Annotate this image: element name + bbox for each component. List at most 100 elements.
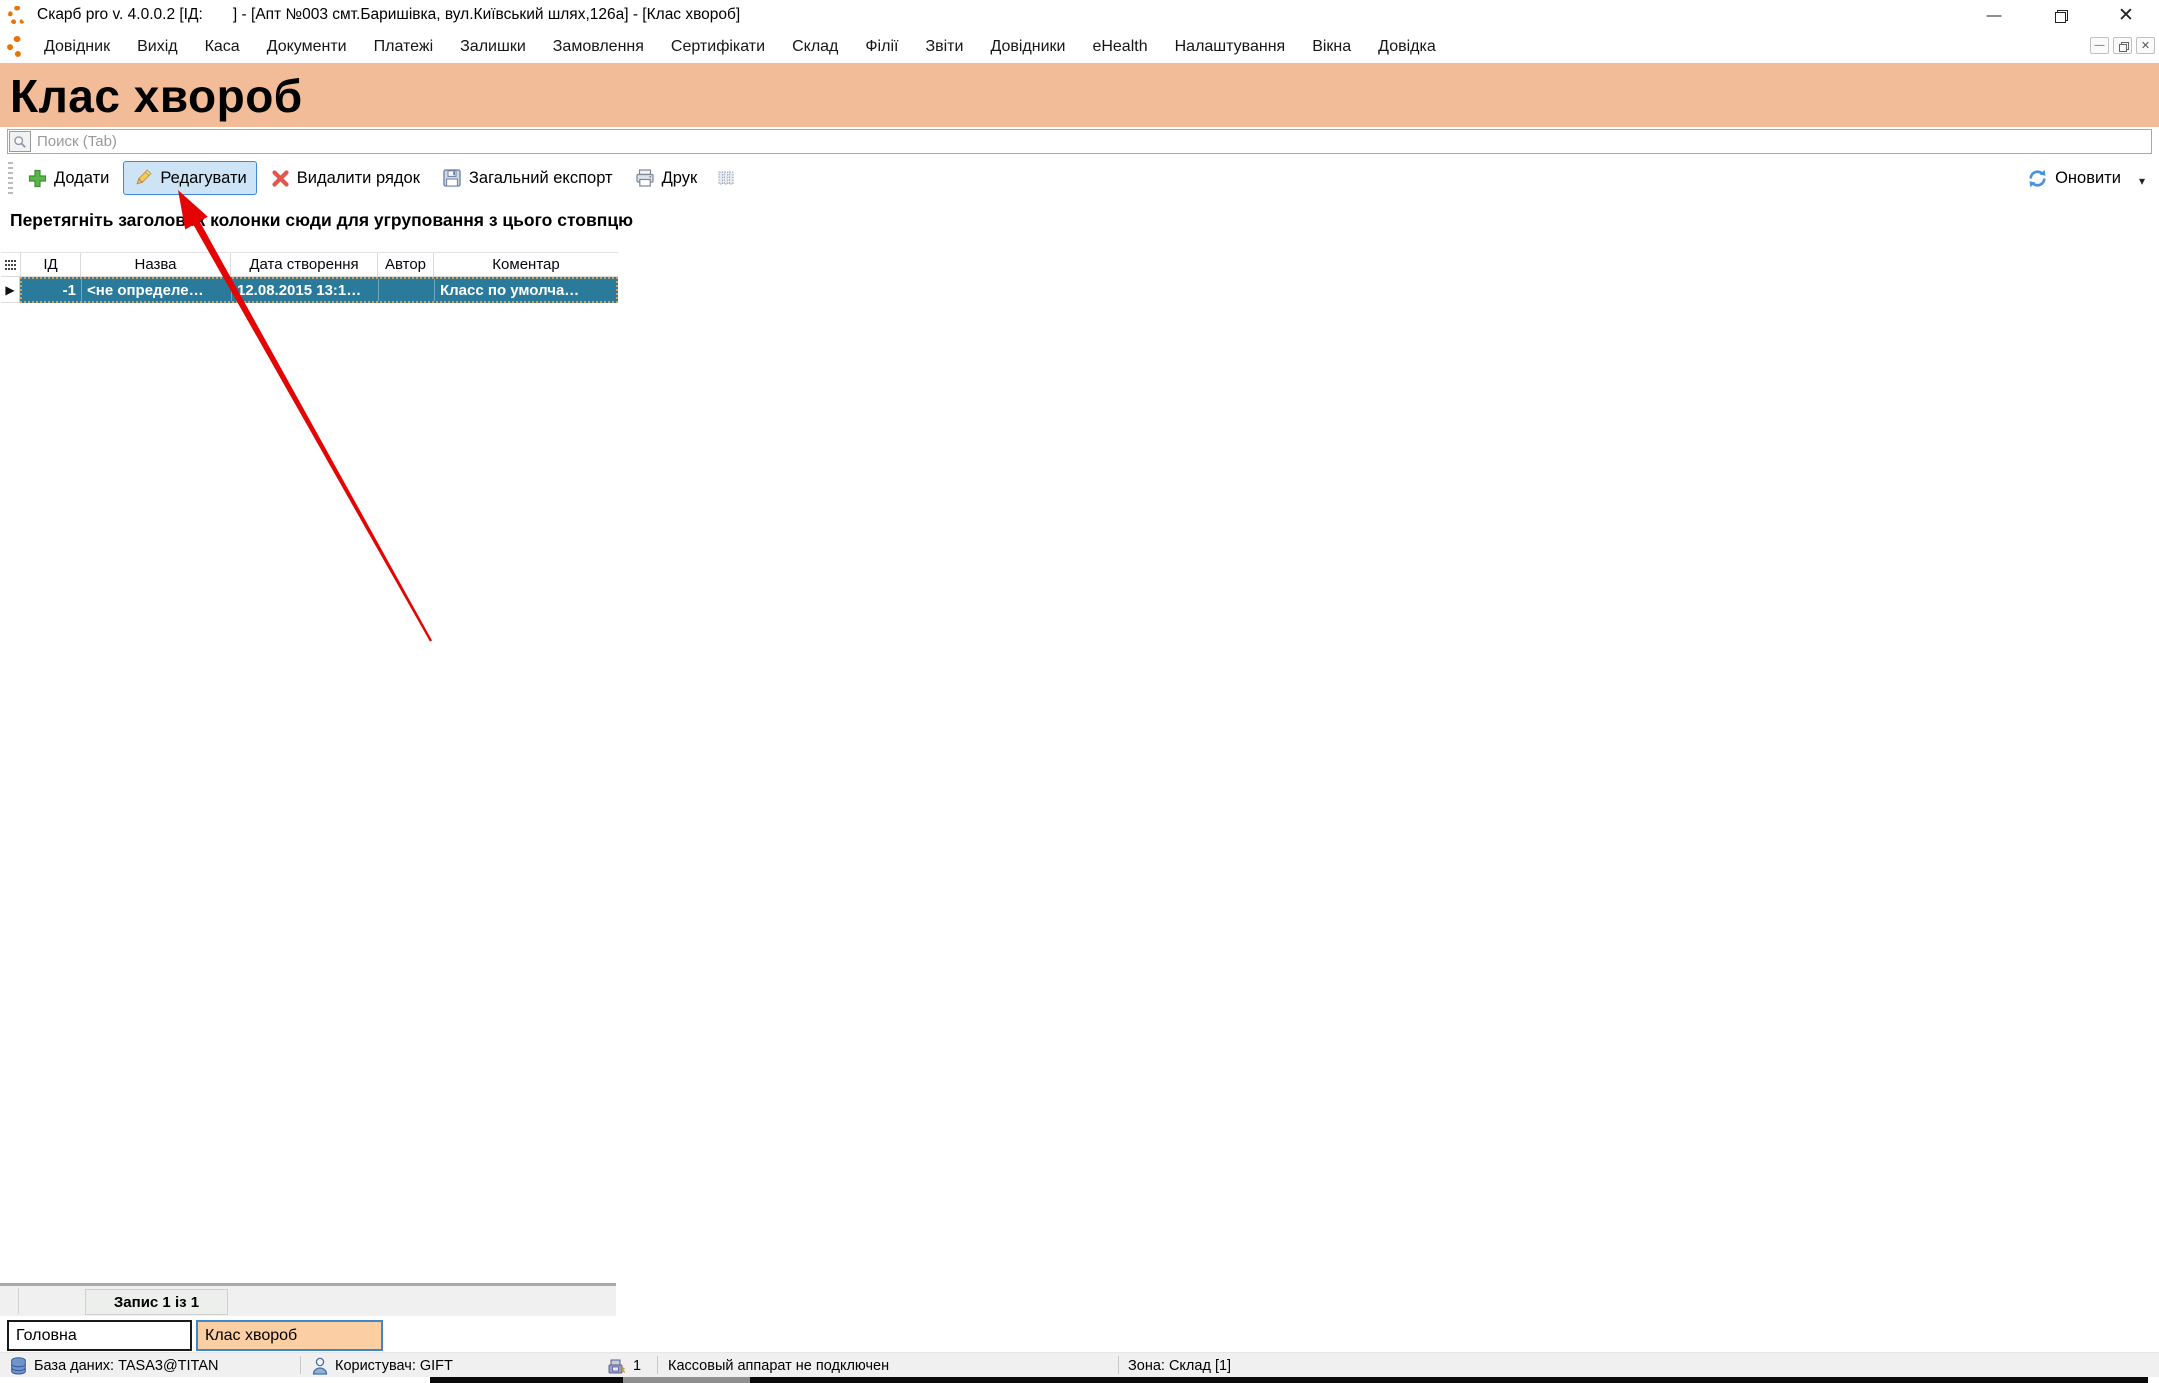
cell-name: <не определе…	[82, 279, 232, 301]
search-icon	[13, 135, 27, 149]
refresh-button-label: Оновити	[2055, 169, 2121, 188]
menu-bar: Довідник Вихід Каса Документи Платежі За…	[0, 30, 2159, 63]
column-header-created[interactable]: Дата створення	[231, 253, 378, 276]
statusbar-divider	[657, 1356, 658, 1374]
table-row[interactable]: ▶ -1 <не определе… 12.08.2015 13:1… Клас…	[1, 277, 618, 303]
toolbar-grip[interactable]	[8, 162, 13, 194]
menu-kasa[interactable]: Каса	[205, 38, 240, 56]
toolbar-right: Оновити ▾	[2017, 157, 2145, 199]
menu-vykhid[interactable]: Вихід	[137, 38, 178, 56]
grid-selector-header[interactable]	[1, 253, 21, 276]
database-icon	[10, 1357, 27, 1375]
bottom-edge-strip	[0, 1377, 2159, 1383]
menu-zalyshky[interactable]: Залишки	[460, 38, 526, 56]
menu-filii[interactable]: Філії	[865, 38, 898, 56]
menu-zamovlennya[interactable]: Замовлення	[553, 38, 644, 56]
menu-sertyfikaty[interactable]: Сертифікати	[671, 38, 765, 56]
menu-dovidnyky[interactable]: Довідники	[990, 38, 1065, 56]
mdi-restore-button[interactable]	[2113, 37, 2132, 54]
record-navigator-bar: Запис 1 із 1	[0, 1283, 616, 1316]
search-input[interactable]	[31, 133, 2151, 150]
add-button-label: Додати	[54, 169, 109, 188]
page-header: Клас хвороб	[0, 63, 2159, 127]
edit-button-label: Редагувати	[160, 169, 246, 188]
menu-dovidnyk[interactable]: Довідник	[44, 38, 110, 56]
cash-status-label: Кассовый аппарат не подключен	[668, 1358, 889, 1374]
add-button[interactable]: Додати	[18, 162, 119, 195]
statusbar-divider	[300, 1356, 301, 1374]
export-button[interactable]: Загальний експорт	[432, 161, 623, 195]
mdi-close-button[interactable]: ✕	[2136, 37, 2155, 54]
column-header-comment[interactable]: Коментар	[434, 253, 618, 276]
cell-id: -1	[22, 279, 82, 301]
cell-created: 12.08.2015 13:1…	[232, 279, 379, 301]
grid-header-row: ІД Назва Дата створення Автор Коментар	[1, 252, 618, 277]
record-bar-divider	[18, 1288, 19, 1314]
zone-label: Зона: Склад [1]	[1128, 1358, 1231, 1374]
grid-selector-icon	[5, 259, 16, 271]
search-box	[7, 129, 2152, 154]
print-icon	[635, 168, 655, 188]
columns-icon	[717, 169, 735, 187]
column-header-name[interactable]: Назва	[81, 253, 231, 276]
user-icon	[312, 1357, 328, 1375]
mdi-close-icon: ✕	[2141, 39, 2150, 52]
menu-zvity[interactable]: Звіти	[925, 38, 963, 56]
mdi-window-controls: — ✕	[2090, 37, 2155, 54]
delete-row-label: Видалити рядок	[297, 169, 420, 188]
refresh-icon	[2027, 168, 2048, 189]
annotation-arrow	[0, 0, 2159, 1383]
menu-logo-icon	[7, 36, 28, 57]
refresh-button[interactable]: Оновити	[2017, 161, 2131, 196]
statusbar-cash-status: Кассовый аппарат не подключен	[668, 1353, 889, 1378]
menu-ehealth[interactable]: eHealth	[1092, 38, 1147, 56]
page-title: Клас хвороб	[0, 63, 2159, 123]
mdi-minimize-button[interactable]: —	[2090, 37, 2109, 54]
menu-dovidka[interactable]: Довідка	[1378, 38, 1436, 56]
export-floppy-icon	[442, 168, 462, 188]
minimize-button[interactable]: —	[1961, 0, 2027, 30]
menu-dokumenty[interactable]: Документи	[267, 38, 347, 56]
export-button-label: Загальний експорт	[469, 169, 613, 188]
edit-pencil-icon	[133, 168, 153, 188]
cash-count: 1	[633, 1358, 641, 1374]
menu-items: Довідник Вихід Каса Документи Платежі За…	[44, 38, 1436, 56]
print-button-label: Друк	[662, 169, 698, 188]
menu-platezhi[interactable]: Платежі	[374, 38, 434, 56]
delete-x-icon	[271, 169, 290, 188]
close-icon: ✕	[2118, 4, 2134, 27]
row-indicator-icon: ▶	[5, 283, 14, 297]
data-grid: ІД Назва Дата створення Автор Коментар ▶…	[1, 252, 618, 303]
menu-sklad[interactable]: Склад	[792, 38, 838, 56]
column-header-id[interactable]: ІД	[21, 253, 81, 276]
statusbar-zone: Зона: Склад [1]	[1128, 1353, 1231, 1378]
refresh-dropdown-caret[interactable]: ▾	[2139, 174, 2145, 188]
mdi-restore-icon	[2119, 42, 2127, 50]
delete-row-button[interactable]: Видалити рядок	[261, 162, 430, 195]
user-label: Користувач: GIFT	[335, 1358, 453, 1374]
column-chooser-button[interactable]	[707, 162, 745, 194]
status-bar: База даних: TASA3@TITAN Користувач: GIFT…	[0, 1352, 2159, 1377]
tab-bar: Головна Клас хвороб	[0, 1316, 2159, 1352]
column-header-author[interactable]: Автор	[378, 253, 434, 276]
title-bar: Скарб pro v. 4.0.0.2 [ІД: ] - [Апт №003 …	[0, 0, 2159, 30]
menu-vikna[interactable]: Вікна	[1312, 38, 1351, 56]
selected-row[interactable]: -1 <не определе… 12.08.2015 13:1… Класс …	[20, 277, 618, 303]
mdi-minimize-icon: —	[2095, 40, 2105, 51]
restore-button[interactable]	[2027, 0, 2093, 30]
statusbar-database: База даних: TASA3@TITAN	[10, 1353, 219, 1378]
close-button[interactable]: ✕	[2093, 0, 2159, 30]
menu-nalashtuvannya[interactable]: Налаштування	[1175, 38, 1286, 56]
statusbar-cash: 1	[607, 1353, 641, 1378]
taskbar-edge-segment	[623, 1377, 750, 1383]
tab-main[interactable]: Головна	[7, 1320, 192, 1351]
database-label: База даних: TASA3@TITAN	[34, 1358, 219, 1374]
statusbar-user: Користувач: GIFT	[312, 1353, 453, 1378]
search-button[interactable]	[9, 131, 31, 152]
window-controls: — ✕	[1961, 0, 2159, 30]
edit-button[interactable]: Редагувати	[123, 161, 256, 195]
search-row	[0, 127, 2159, 157]
print-button[interactable]: Друк	[625, 161, 708, 195]
tab-klas-khvorob[interactable]: Клас хвороб	[196, 1320, 383, 1351]
cell-comment: Класс по умолча…	[435, 279, 616, 301]
